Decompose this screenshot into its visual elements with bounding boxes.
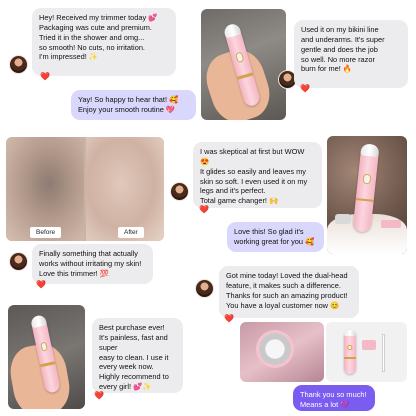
before-label: Before <box>30 227 62 239</box>
comb-attachment <box>381 220 401 228</box>
before-panel <box>6 137 84 241</box>
avatar <box>195 279 214 298</box>
heart-reaction-icon: ❤️ <box>36 280 46 289</box>
brand-reply-2: Love this! So glad it's working great fo… <box>227 222 324 252</box>
product-on-stand-photo <box>327 136 407 254</box>
heart-reaction-icon: ❤️ <box>300 84 310 93</box>
replacement-head <box>335 214 351 224</box>
before-after-photo: Before After <box>6 137 164 241</box>
product-in-hand-photo-2 <box>8 305 85 409</box>
review-message-5: Got mine today! Loved the dual-head feat… <box>219 266 359 318</box>
product-in-hand-photo <box>201 9 286 120</box>
trimmer-head <box>256 330 294 368</box>
usb-cable <box>382 334 385 372</box>
review-message-2: Used it on my bikini line and underarms.… <box>294 20 408 88</box>
review-message-6: Best purchase ever! It's painless, fast … <box>92 318 183 393</box>
product-head-closeup-photo <box>240 322 324 382</box>
heart-reaction-icon: ❤️ <box>94 391 104 400</box>
heart-reaction-icon: ❤️ <box>199 205 209 214</box>
review-message-1: Hey! Received my trimmer today 💕 Packagi… <box>32 8 176 76</box>
comb-attachment <box>362 340 376 350</box>
after-label: After <box>118 227 144 239</box>
after-panel <box>86 137 164 241</box>
heart-reaction-icon: ❤️ <box>224 314 234 323</box>
trimmer-icon <box>344 330 356 374</box>
review-message-4: Finally something that actually works wi… <box>32 244 153 284</box>
brand-reply-1: Yay! So happy to hear that! 🥰 Enjoy your… <box>71 90 196 120</box>
avatar <box>170 182 189 201</box>
avatar <box>9 55 28 74</box>
review-message-3: I was skeptical at first but WOW 😍 It gl… <box>193 142 322 208</box>
package-contents-photo <box>326 322 407 382</box>
avatar <box>9 252 28 271</box>
heart-reaction-icon: ❤️ <box>40 72 50 81</box>
brand-reply-3: Thank you so much! Means a lot 💜 <box>293 385 375 411</box>
